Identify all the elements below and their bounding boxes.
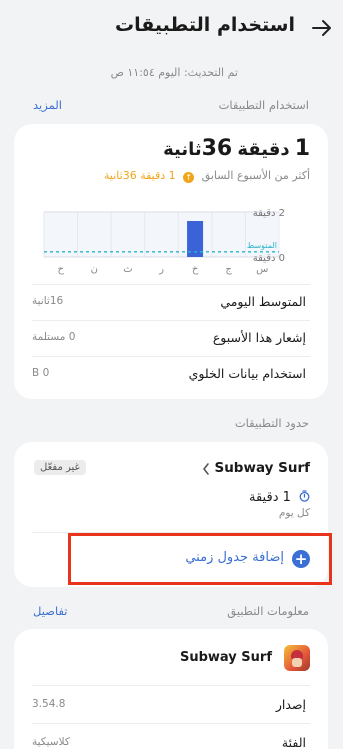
total-seconds: 36 <box>201 136 233 161</box>
chart-x-tick-label: ج <box>225 264 232 275</box>
minute-unit: دقيقة <box>237 139 290 160</box>
chart-x-tick-label: ر <box>158 264 164 275</box>
chart-x-tick-label: ح <box>58 264 65 275</box>
timer-icon <box>299 490 310 502</box>
usage-card: 1 دقيقة 36ثانية أكثر من الأسبوع السابق ↑… <box>14 124 328 399</box>
back-button[interactable] <box>306 14 336 42</box>
page-title: استخدام التطبيقات <box>115 14 295 36</box>
limit-value: 1 دقيقة <box>249 490 291 505</box>
chart-y-tick-label: 2 دقيقة <box>253 208 285 219</box>
highlight-box <box>68 533 332 585</box>
arrow-up-circle-icon: ↑ <box>183 172 195 183</box>
usage-chart: س ج خ ر ث ن ح المتوسط 2 دقيقة 0 دقيقة <box>14 202 328 280</box>
limit-frequency: كل يوم <box>278 507 310 519</box>
compare-label: أكثر من الأسبوع السابق <box>201 169 310 182</box>
chart-y-tick-label: 0 دقيقة <box>253 253 285 264</box>
limit-value-row: 1 دقيقة <box>249 486 310 505</box>
stat-value: 16ثانية <box>32 295 64 307</box>
second-unit: ثانية <box>163 139 202 160</box>
chart-plot-area <box>44 212 279 257</box>
chart-x-tick-label: ث <box>123 264 132 275</box>
app-info-section-title: معلومات التطبيق <box>227 604 309 618</box>
limits-section-title: حدود التطبيقات <box>234 416 309 430</box>
more-link[interactable]: المزيد <box>33 98 62 112</box>
total-minutes: 1 <box>294 136 310 161</box>
stat-row-notifications[interactable]: إشعار هذا الأسبوع 0 مستلمة <box>32 320 310 356</box>
compare-value: 1 دقيقة 36ثانية <box>104 169 176 182</box>
arrow-right-icon <box>312 20 331 36</box>
app-name: Subway Surf <box>214 460 310 476</box>
total-usage: 1 دقيقة 36ثانية <box>163 136 310 161</box>
info-label: الفئة <box>281 735 306 749</box>
compare-row: أكثر من الأسبوع السابق ↑ 1 دقيقة 36ثانية <box>104 169 310 183</box>
app-limit-row[interactable]: Subway Surf غير مفعّل 1 دقيقة كل يوم <box>14 442 328 528</box>
stat-label: المتوسط اليومي <box>220 294 306 309</box>
stat-label: إشعار هذا الأسبوع <box>212 330 306 345</box>
chart-x-tick-label: خ <box>192 264 199 275</box>
app-info-card: Subway Surf إصدار 3.54.8 الفئة كلاسيكية <box>14 629 328 749</box>
stat-row-mobile-data[interactable]: استخدام بيانات الخلوي 0 B <box>32 356 310 392</box>
usage-section-title: استخدام التطبيقات <box>218 98 309 112</box>
chevron-left-icon <box>201 462 211 476</box>
stat-row-daily-average[interactable]: المتوسط اليومي 16ثانية <box>32 284 310 320</box>
stat-label: استخدام بيانات الخلوي <box>188 366 306 381</box>
chart-x-tick-label: س <box>256 264 268 275</box>
status-badge: غير مفعّل <box>34 460 86 475</box>
info-value: كلاسيكية <box>32 736 70 748</box>
stat-value: 0 مستلمة <box>32 331 76 343</box>
app-info-row-category: الفئة كلاسيكية <box>32 723 310 749</box>
usage-chart-svg: س ج خ ر ث ن ح المتوسط 2 دقيقة 0 دقيقة <box>43 208 285 275</box>
subway-surf-app-icon <box>284 645 310 671</box>
chart-average-label: المتوسط <box>247 241 277 250</box>
info-value: 3.54.8 <box>32 698 66 710</box>
app-info-row-version: إصدار 3.54.8 <box>32 685 310 723</box>
info-label: إصدار <box>275 697 306 712</box>
details-link[interactable]: تفاصيل <box>33 604 67 618</box>
stat-value: 0 B <box>32 367 50 379</box>
last-updated: تم التحديث: اليوم ١١:٥٤ ص <box>110 66 238 79</box>
app-info-name: Subway Surf <box>180 650 272 665</box>
chart-x-tick-label: ن <box>91 264 98 275</box>
